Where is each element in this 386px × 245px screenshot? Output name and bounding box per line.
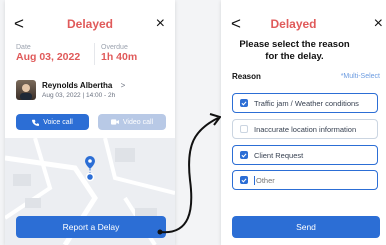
divider: [94, 43, 95, 65]
date-label: Date: [16, 44, 31, 51]
video-camera-icon: [110, 119, 119, 125]
overdue-value: 1h 40m: [101, 51, 138, 63]
close-icon[interactable]: ×: [374, 14, 383, 34]
date-value: Aug 03, 2022: [16, 51, 81, 63]
reason-label: Reason: [232, 72, 261, 81]
contact-row[interactable]: Reynolds Albertha >: [42, 81, 125, 90]
report-delay-label: Report a Delay: [62, 222, 120, 232]
left-header: < Delayed ×: [5, 14, 175, 34]
text-cursor: [254, 175, 255, 185]
checkbox-checked[interactable]: [240, 176, 248, 184]
close-icon[interactable]: ×: [156, 14, 165, 34]
voice-call-button[interactable]: Voice call: [16, 114, 89, 130]
date-block: Date Aug 03, 2022: [16, 44, 80, 63]
other-reason-input[interactable]: [256, 175, 356, 185]
heading-line-1: Please select the reason: [239, 39, 350, 50]
reason-option-other[interactable]: [232, 170, 378, 190]
multi-select-hint: *Multi-Select: [340, 73, 380, 80]
screen-title: Delayed: [270, 17, 317, 31]
overdue-block: Overdue 1h 40m: [101, 44, 137, 63]
right-header: < Delayed ×: [221, 14, 386, 34]
video-call-label: Video call: [122, 118, 154, 126]
checkbox-checked[interactable]: [240, 151, 248, 159]
contact-name: Reynolds Albertha: [42, 81, 113, 90]
checkbox-unchecked[interactable]: [240, 125, 248, 133]
send-button[interactable]: Send: [232, 216, 380, 238]
reason-option-label: Client Request: [254, 150, 304, 160]
avatar: [16, 80, 36, 100]
screen-title: Delayed: [66, 17, 114, 31]
location-pin-icon[interactable]: [84, 156, 96, 182]
report-delay-button[interactable]: Report a Delay: [16, 216, 166, 238]
reason-option-location[interactable]: Inaccurate location information: [232, 119, 378, 139]
voice-call-label: Voice call: [43, 118, 73, 126]
reason-selection-screen: < Delayed × Please select the reason for…: [221, 0, 386, 245]
checkbox-checked[interactable]: [240, 99, 248, 107]
reason-option-label: Inaccurate location information: [254, 124, 357, 134]
phone-icon: [32, 119, 40, 126]
reason-option-client[interactable]: Client Request: [232, 145, 378, 165]
heading-line-2: for the delay.: [265, 51, 324, 62]
send-label: Send: [296, 222, 316, 232]
reason-option-label: Traffic jam / Weather conditions: [254, 98, 359, 108]
flow-arrow-icon: [157, 113, 222, 235]
reason-heading: Please select the reason for the delay.: [221, 39, 386, 63]
contact-detail: Aug 03, 2022 | 14:00 - 2h: [42, 92, 116, 99]
chevron-right-icon: >: [120, 81, 126, 90]
overdue-label: Overdue: [101, 44, 128, 51]
reason-option-traffic[interactable]: Traffic jam / Weather conditions: [232, 93, 378, 113]
